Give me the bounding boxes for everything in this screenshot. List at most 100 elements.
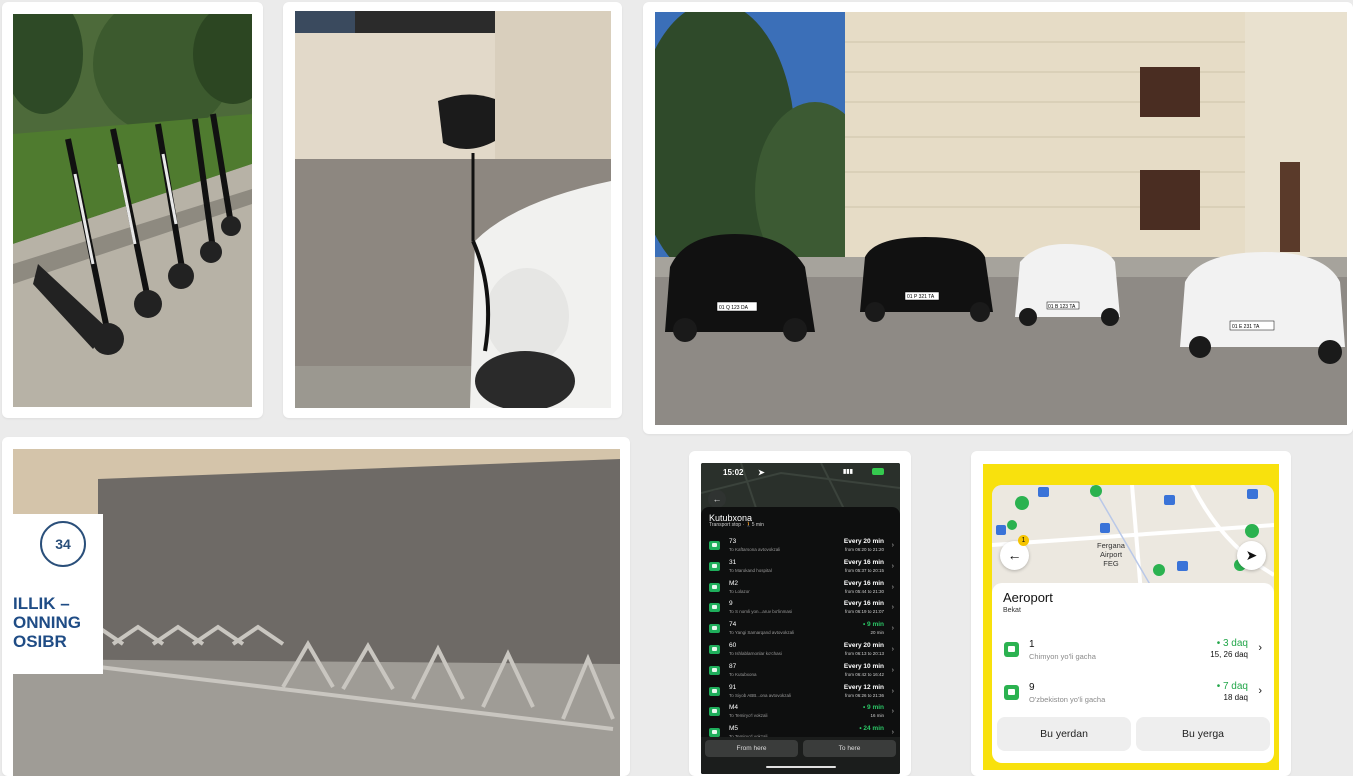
route-row[interactable]: M2 To Lolazor Every 16 min from 05:44 to 21…	[701, 578, 900, 598]
route-row[interactable]: 87 To Kutubxona Every 10 min from 06:42 to …	[701, 661, 900, 681]
route-number: 9	[1029, 682, 1035, 693]
cars-photo: 01 Q 123 DA 01 P 321 TA 01 B 123 TA 01 E…	[655, 12, 1347, 425]
bus-icon	[709, 603, 720, 613]
route-row[interactable]: 73 To Kaftarsona avtovokzali Every 20 min f…	[701, 536, 900, 556]
route-eta: • 3 daq	[1216, 638, 1248, 649]
bottom-actions: From here To here	[701, 737, 900, 774]
ev-charger-photo	[295, 11, 611, 408]
airport-label: Fergana Airport FEG	[1084, 541, 1138, 568]
to-here-button[interactable]: To here	[803, 740, 896, 757]
scooters-photo	[13, 14, 252, 407]
stop-title: Aeroport	[1003, 590, 1053, 605]
stop-subtitle: Bekat	[1003, 607, 1021, 614]
bus-icon	[709, 561, 720, 571]
route-row[interactable]: M4 To Temiryo'l vokzali • 9 min 16 min ›	[701, 702, 900, 722]
route-hours: from 06:13 to 20:13	[844, 651, 884, 656]
route-row[interactable]: 1 Chimyon yo'li gacha • 3 daq 15, 26 daq ›	[992, 636, 1274, 672]
bus-icon	[709, 624, 720, 634]
plate-1: 01 Q 123 DA	[719, 305, 749, 311]
route-number: 31	[729, 558, 737, 566]
chevron-right-icon: ›	[891, 708, 894, 716]
route-number: 60	[729, 642, 737, 649]
bus-icon	[709, 582, 720, 592]
to-here-button[interactable]: Bu yerga	[1136, 717, 1270, 751]
route-frequency: • 24 min	[859, 725, 884, 733]
banner-line-3: OSIBR	[13, 632, 67, 651]
plate-3: 01 B 123 TA	[1048, 304, 1076, 310]
photo-card-bike-rack: 34 ILLIK – ONNING OSIBR	[2, 437, 630, 776]
chevron-right-icon: ›	[891, 687, 894, 695]
back-button[interactable]: ←	[708, 490, 726, 508]
route-eta: • 7 daq	[1216, 681, 1248, 692]
navigate-icon[interactable]: ➤	[1237, 541, 1266, 570]
route-frequency: Every 20 min	[843, 538, 884, 545]
battery-icon	[872, 468, 884, 475]
route-destination: To Lolazor	[729, 588, 750, 594]
route-row[interactable]: 60 To Ishlablarnonlar ko'chasi Every 20 mi…	[701, 640, 900, 660]
route-frequency: • 9 min	[862, 704, 884, 712]
chevron-right-icon: ›	[891, 583, 894, 591]
route-destination: To Kutubxona	[729, 671, 757, 677]
chevron-right-icon: ›	[891, 666, 894, 674]
airport-label-line-2: Airport	[1099, 550, 1123, 559]
route-next: 15, 26 daq	[1210, 650, 1248, 659]
chevron-right-icon: ›	[1258, 642, 1262, 654]
route-next: 18 daq	[1223, 693, 1248, 702]
photo-card-ev-charger	[283, 2, 622, 418]
chevron-right-icon: ›	[891, 542, 894, 549]
bus-icon	[1004, 685, 1019, 700]
route-destination: To Ishlablarnonlar ko'chasi	[729, 651, 782, 656]
route-destination: O'zbekiston yo'li gacha	[1029, 695, 1106, 704]
route-row[interactable]: 74 To Yangi Samarqand avtovokzali • 9 min 2…	[701, 619, 900, 639]
route-destination: To Kaftarsona avtovokzali	[729, 547, 781, 552]
from-here-button[interactable]: Bu yerdan	[997, 717, 1131, 751]
from-here-button[interactable]: From here	[705, 740, 798, 757]
route-destination: To Yangi Samarqand avtovokzali	[729, 630, 795, 636]
route-row[interactable]: 9 To S nomli yon...aruv bo'linmasi Every 1…	[701, 598, 900, 618]
route-destination: To S nomli yon...aruv bo'linmasi	[729, 609, 793, 615]
route-hours: from 06:42 to 16:42	[844, 671, 884, 677]
route-destination: To Siyob ABB...ona avtovokzali	[729, 692, 792, 698]
bus-icon	[709, 728, 720, 738]
location-arrow-icon: ➤	[758, 468, 765, 477]
chevron-right-icon: ›	[891, 646, 894, 653]
route-hours: from 05:37 to 20:15	[844, 567, 884, 573]
route-hours: 20 min	[870, 630, 884, 636]
plate-4: 01 E 231 TA	[1232, 324, 1260, 330]
route-row[interactable]: 9 O'zbekiston yo'li gacha • 7 daq 18 daq ›	[992, 679, 1274, 715]
bus-icon	[709, 686, 720, 696]
route-hours: from 05:44 to 21:30	[844, 588, 884, 594]
route-number: 91	[729, 683, 737, 691]
photo-card-scooters	[2, 2, 263, 418]
route-row[interactable]: 31 To Marokand hospital Every 16 min from 0…	[701, 557, 900, 577]
chevron-right-icon: ›	[891, 625, 894, 633]
airport-label-line-3: FEG	[1103, 559, 1119, 568]
chevron-right-icon: ›	[891, 604, 894, 612]
home-indicator	[766, 766, 836, 768]
phone-screen-dark: 15:02 ➤ ▮▮▮ ← Kutubxona Transport stop ·…	[701, 463, 900, 774]
route-frequency: Every 16 min	[843, 600, 884, 608]
route-number: 1	[1029, 639, 1035, 650]
chevron-right-icon: ›	[891, 729, 894, 737]
route-destination: To Marokand hospital	[729, 567, 772, 573]
route-number: M2	[729, 579, 739, 587]
bus-icon	[709, 665, 720, 675]
banner-line-1: ILLIK –	[13, 594, 70, 613]
status-bar: 15:02 ➤ ▮▮▮	[701, 463, 900, 483]
route-row[interactable]: 91 To Siyob ABB...ona avtovokzali Every 12…	[701, 682, 900, 702]
route-frequency: Every 20 min	[843, 642, 884, 649]
route-frequency: Every 16 min	[843, 579, 884, 587]
airport-label-line-1: Fergana	[1097, 541, 1125, 550]
bus-icon	[709, 707, 720, 717]
route-number: 87	[729, 662, 737, 670]
route-destination: To Temiryo'l vokzali	[729, 713, 768, 719]
stop-subtitle: Transport stop · 🚶5 min	[709, 522, 764, 528]
route-hours: 16 min	[870, 713, 884, 719]
photo-card-cars: 01 Q 123 DA 01 P 321 TA 01 B 123 TA 01 E…	[643, 2, 1353, 434]
banner-logo: 34	[40, 521, 86, 567]
route-hours: from 06:20 to 21:20	[844, 547, 884, 552]
bus-icon	[709, 645, 720, 654]
route-frequency: Every 10 min	[843, 662, 884, 670]
bike-rack-photo: 34 ILLIK – ONNING OSIBR	[13, 449, 620, 776]
route-frequency: Every 12 min	[843, 683, 884, 691]
